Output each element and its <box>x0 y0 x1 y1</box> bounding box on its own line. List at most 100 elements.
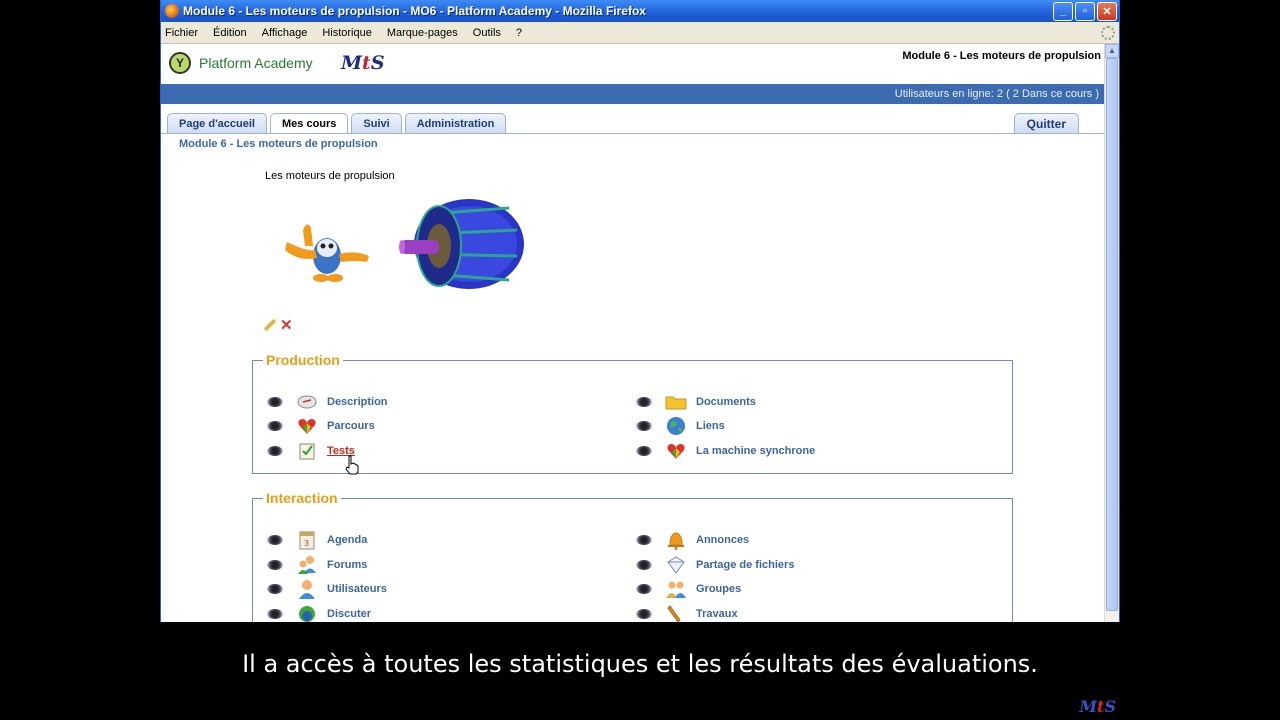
platform-academy-logo[interactable]: Y Platform Academy <box>169 52 313 74</box>
window-title: Module 6 - Les moteurs de propulsion - M… <box>183 4 646 18</box>
tool-label[interactable]: Discuter <box>327 608 371 620</box>
tool-label[interactable]: Travaux <box>696 608 738 620</box>
tab-suivi[interactable]: Suivi <box>351 113 402 133</box>
delete-icon[interactable]: ✕ <box>280 316 293 334</box>
tool-machine-synchrone[interactable]: La machine synchrone <box>636 440 815 462</box>
menu-fichier[interactable]: Fichier <box>165 27 198 39</box>
tool-label[interactable]: Groupes <box>696 583 741 595</box>
hand-cursor-icon <box>345 455 359 475</box>
mts-logo-t: t <box>362 52 371 74</box>
tool-utilisateurs[interactable]: Utilisateurs <box>267 578 387 600</box>
tool-documents[interactable]: Documents <box>636 391 756 413</box>
visibility-eye-icon[interactable] <box>636 421 652 431</box>
tool-description[interactable]: Description <box>267 391 388 413</box>
agenda-icon: 3 <box>296 530 318 550</box>
electric-motor-image <box>399 199 524 289</box>
menu-help[interactable]: ? <box>516 27 522 39</box>
quit-button[interactable]: Quitter <box>1013 113 1079 133</box>
visibility-eye-icon[interactable] <box>267 535 283 545</box>
visibility-eye-icon[interactable] <box>267 584 283 594</box>
bell-icon <box>665 530 687 550</box>
tool-label[interactable]: Liens <box>696 420 725 432</box>
groups-icon <box>665 579 687 599</box>
visibility-eye-icon[interactable] <box>636 397 652 407</box>
tool-annonces[interactable]: Annonces <box>636 529 749 551</box>
minimize-button[interactable]: _ <box>1053 1 1073 21</box>
tool-forums[interactable]: Forums <box>267 554 367 576</box>
video-subtitle: Il a accès à toutes les statistiques et … <box>242 650 1038 678</box>
watermark-m: M <box>1079 697 1098 716</box>
tool-label[interactable]: Documents <box>696 396 756 408</box>
course-intro-text: Les moteurs de propulsion <box>265 170 395 182</box>
maximize-button[interactable]: ▫ <box>1075 1 1095 21</box>
vertical-scrollbar[interactable]: ▲ <box>1104 44 1119 622</box>
tool-partage-fichiers[interactable]: Partage de fichiers <box>636 554 794 576</box>
tool-agenda[interactable]: 3 Agenda <box>267 529 367 551</box>
pencil-icon[interactable] <box>263 318 277 332</box>
tab-mes-cours[interactable]: Mes cours <box>270 113 349 133</box>
menu-edition[interactable]: Édition <box>213 27 247 39</box>
tool-groupes[interactable]: Groupes <box>636 578 741 600</box>
page-content: Y Platform Academy MtS Module 6 - Les mo… <box>161 44 1105 622</box>
tool-label[interactable]: La machine synchrone <box>696 445 815 457</box>
tool-label[interactable]: Description <box>327 396 388 408</box>
parcours-icon <box>296 416 318 436</box>
tool-label[interactable]: Utilisateurs <box>327 583 387 595</box>
mts-logo-m: M <box>341 52 363 74</box>
tool-label[interactable]: Parcours <box>327 420 375 432</box>
tool-label[interactable]: Agenda <box>327 534 367 546</box>
tool-liens[interactable]: Liens <box>636 415 725 437</box>
title-bar: Module 6 - Les moteurs de propulsion - M… <box>161 0 1119 22</box>
visibility-eye-icon[interactable] <box>267 560 283 570</box>
breadcrumb[interactable]: Module 6 - Les moteurs de propulsion <box>179 138 378 150</box>
parcours-icon <box>665 441 687 461</box>
menu-affichage[interactable]: Affichage <box>262 27 308 39</box>
visibility-eye-icon[interactable] <box>267 609 283 619</box>
visibility-eye-icon[interactable] <box>636 446 652 456</box>
browser-window: Module 6 - Les moteurs de propulsion - M… <box>160 0 1120 622</box>
mts-logo: MtS <box>341 52 385 74</box>
tool-travaux[interactable]: Travaux <box>636 603 738 622</box>
menu-historique[interactable]: Historique <box>322 27 372 39</box>
scrollbar-thumb[interactable] <box>1106 58 1118 611</box>
visibility-eye-icon[interactable] <box>267 397 283 407</box>
section-production: Production <box>252 352 1013 474</box>
tool-label[interactable]: Annonces <box>696 534 749 546</box>
main-tabs: Page d'accueil Mes cours Suivi Administr… <box>167 113 507 133</box>
tab-underline <box>161 133 1105 134</box>
visibility-eye-icon[interactable] <box>636 535 652 545</box>
close-button[interactable]: ✕ <box>1097 1 1117 21</box>
visibility-eye-icon[interactable] <box>636 609 652 619</box>
scroll-up-arrow-icon[interactable]: ▲ <box>1105 44 1119 58</box>
tool-label[interactable]: Forums <box>327 559 367 571</box>
tab-page-accueil[interactable]: Page d'accueil <box>167 113 267 133</box>
svg-text:3: 3 <box>304 539 309 548</box>
menu-marque-pages[interactable]: Marque-pages <box>387 27 458 39</box>
globe-icon <box>665 416 687 436</box>
visibility-eye-icon[interactable] <box>267 446 283 456</box>
visibility-eye-icon[interactable] <box>267 421 283 431</box>
tool-label[interactable]: Partage de fichiers <box>696 559 794 571</box>
brand-name: Platform Academy <box>199 55 313 71</box>
section-title: Production <box>266 352 340 368</box>
user-icon <box>296 579 318 599</box>
online-users-bar: Utilisateurs en ligne: 2 ( 2 Dans ce cou… <box>161 84 1105 104</box>
tool-discuter[interactable]: Discuter <box>267 603 371 622</box>
tab-administration[interactable]: Administration <box>404 113 507 133</box>
watermark-s: S <box>1104 697 1116 716</box>
chat-icon <box>296 604 318 622</box>
video-frame: Module 6 - Les moteurs de propulsion - M… <box>0 0 1280 720</box>
tool-parcours[interactable]: Parcours <box>267 415 375 437</box>
academy-logo-icon: Y <box>169 52 191 74</box>
tests-icon <box>296 441 318 461</box>
visibility-eye-icon[interactable] <box>636 560 652 570</box>
folder-icon <box>665 392 687 412</box>
tool-tests[interactable]: Tests <box>267 440 355 462</box>
menu-outils[interactable]: Outils <box>473 27 501 39</box>
mts-logo-s: S <box>370 52 385 74</box>
throbber-icon <box>1101 26 1115 40</box>
visibility-eye-icon[interactable] <box>636 584 652 594</box>
menu-bar: Fichier Édition Affichage Historique Mar… <box>161 22 1119 44</box>
pen-icon <box>665 604 687 622</box>
mts-watermark-logo: MtS <box>1079 697 1116 716</box>
